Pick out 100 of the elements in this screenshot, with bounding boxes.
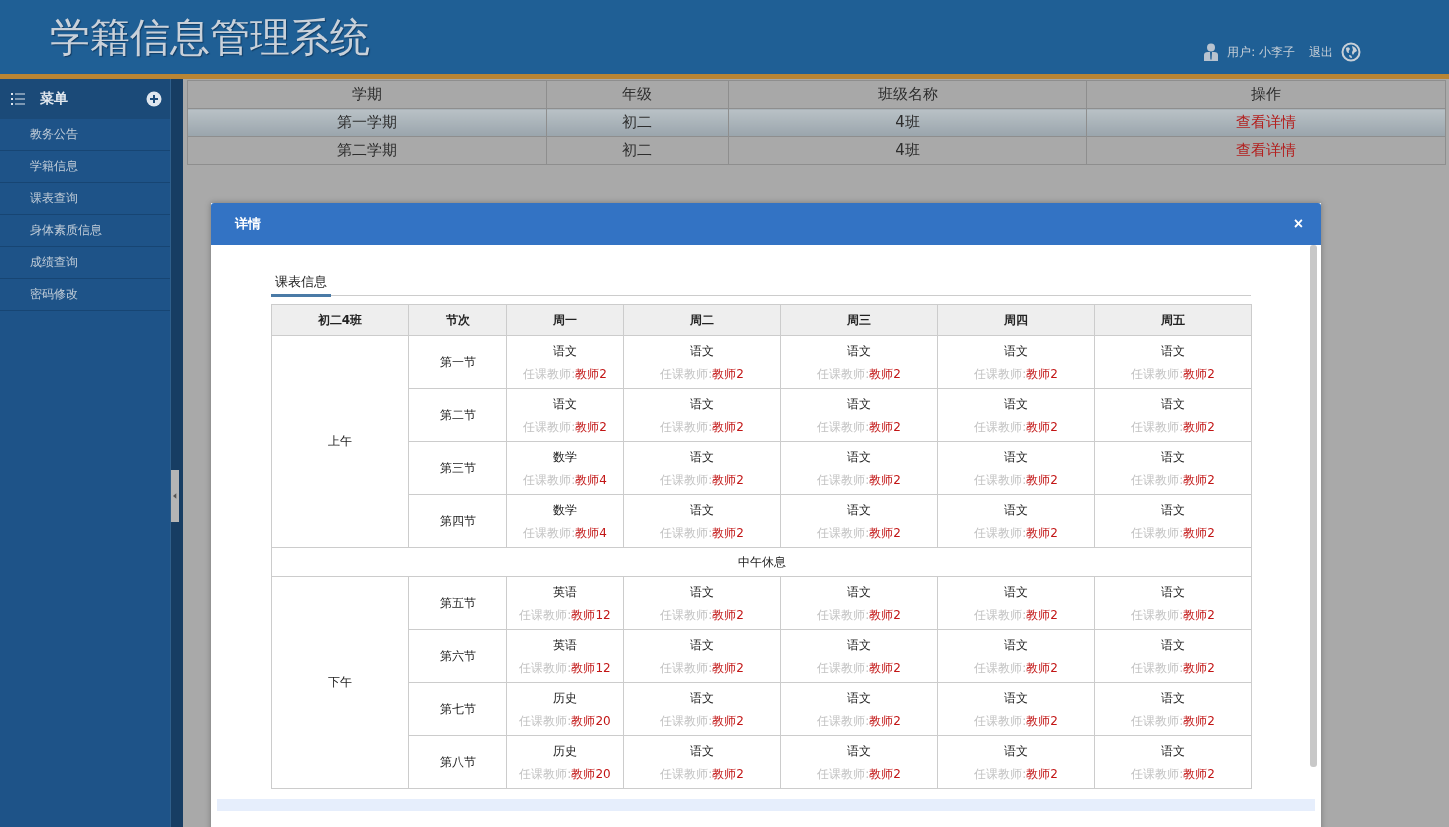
- teacher-text: 任课教师:教师2: [973, 365, 1059, 383]
- subject-text: 语文: [846, 689, 872, 707]
- subject-text: 语文: [689, 448, 715, 466]
- dialog-title: 详情: [235, 215, 261, 233]
- subject-text: 语文: [689, 342, 715, 360]
- teacher-text: 任课教师:教师2: [1130, 606, 1216, 624]
- list-icon: [11, 93, 25, 105]
- teacher-text: 任课教师:教师2: [659, 365, 745, 383]
- teacher-text: 任课教师:教师2: [973, 418, 1059, 436]
- period-label: 第五节: [439, 595, 476, 610]
- teacher-text: 任课教师:教师2: [1130, 418, 1216, 436]
- column-header: 初二4班: [271, 304, 409, 336]
- subject-text: 语文: [689, 395, 715, 413]
- teacher-text: 任课教师:教师2: [522, 365, 608, 383]
- teacher-text: 任课教师:教师2: [816, 712, 902, 730]
- teacher-text: 任课教师:教师2: [973, 765, 1059, 783]
- table-cell: 第二学期: [336, 141, 397, 159]
- teacher-text: 任课教师:教师2: [659, 765, 745, 783]
- teacher-text: 任课教师:教师2: [816, 606, 902, 624]
- teacher-text: 任课教师:教师2: [816, 365, 902, 383]
- subject-text: 语文: [552, 395, 578, 413]
- column-header: 周一: [506, 304, 624, 336]
- teacher-text: 任课教师:教师2: [1130, 765, 1216, 783]
- globe-icon[interactable]: [1341, 42, 1361, 62]
- column-header: 操作: [1086, 80, 1446, 109]
- subject-text: 语文: [1160, 583, 1186, 601]
- session-label: 上午: [328, 434, 352, 448]
- subject-text: 语文: [1003, 395, 1029, 413]
- collapse-arrow-icon: [173, 493, 177, 499]
- period-label: 第八节: [439, 754, 476, 769]
- subject-text: 语文: [846, 583, 872, 601]
- teacher-text: 任课教师:教师2: [659, 418, 745, 436]
- subject-text: 语文: [1160, 342, 1186, 360]
- subject-text: 语文: [1003, 501, 1029, 519]
- teacher-text: 任课教师:教师2: [816, 659, 902, 677]
- teacher-text: 任课教师:教师2: [1130, 524, 1216, 542]
- table-row[interactable]: 第二学期 初二 4班 查看详情: [187, 136, 1446, 165]
- subject-text: 语文: [1160, 742, 1186, 760]
- add-icon[interactable]: [146, 91, 162, 107]
- teacher-text: 任课教师:教师2: [659, 712, 745, 730]
- user-icon: [1203, 43, 1220, 61]
- subject-text: 数学: [552, 448, 578, 466]
- teacher-text: 任课教师:教师4: [522, 524, 608, 542]
- column-header: 周三: [780, 304, 938, 336]
- session-label: 下午: [328, 675, 352, 689]
- period-label: 第一节: [439, 354, 476, 369]
- period-label: 第二节: [439, 407, 476, 422]
- menu-title: 菜单: [40, 90, 69, 108]
- subject-text: 英语: [552, 636, 578, 654]
- subject-text: 语文: [1003, 583, 1029, 601]
- subject-text: 数学: [552, 501, 578, 519]
- teacher-text: 任课教师:教师2: [816, 418, 902, 436]
- section-tab[interactable]: 课表信息: [271, 272, 331, 297]
- column-header: 班级名称: [728, 80, 1087, 109]
- subject-text: 语文: [689, 742, 715, 760]
- column-header: 学期: [187, 80, 547, 109]
- break-label: 中午休息: [737, 554, 786, 569]
- subject-text: 语文: [1160, 636, 1186, 654]
- teacher-text: 任课教师:教师2: [1130, 365, 1216, 383]
- teacher-text: 任课教师:教师2: [973, 659, 1059, 677]
- subject-text: 语文: [1160, 395, 1186, 413]
- teacher-text: 任课教师:教师2: [1130, 712, 1216, 730]
- close-button[interactable]: ×: [1289, 215, 1307, 233]
- subject-text: 语文: [1003, 448, 1029, 466]
- teacher-text: 任课教师:教师2: [522, 418, 608, 436]
- scrollbar[interactable]: [1310, 245, 1317, 767]
- table-cell: 4班: [895, 113, 920, 131]
- logout-link[interactable]: 退出: [1309, 43, 1333, 61]
- teacher-text: 任课教师:教师12: [518, 659, 612, 677]
- teacher-text: 任课教师:教师12: [518, 606, 612, 624]
- table-row[interactable]: 第一学期 初二 4班 查看详情: [187, 108, 1446, 137]
- period-label: 第四节: [439, 513, 476, 528]
- app-title: 学籍信息管理系统: [50, 12, 370, 62]
- column-header: 节次: [408, 304, 507, 336]
- view-details-link[interactable]: 查看详情: [1236, 113, 1297, 131]
- teacher-text: 任课教师:教师2: [816, 765, 902, 783]
- teacher-text: 任课教师:教师2: [816, 471, 902, 489]
- subject-text: 语文: [846, 742, 872, 760]
- teacher-text: 任课教师:教师4: [522, 471, 608, 489]
- subject-text: 语文: [846, 636, 872, 654]
- subject-text: 语文: [1003, 636, 1029, 654]
- subject-text: 语文: [1160, 448, 1186, 466]
- teacher-text: 任课教师:教师2: [973, 606, 1059, 624]
- teacher-text: 任课教师:教师2: [1130, 471, 1216, 489]
- subject-text: 语文: [689, 636, 715, 654]
- teacher-text: 任课教师:教师2: [1130, 659, 1216, 677]
- subject-text: 语文: [1160, 689, 1186, 707]
- user-label: 用户: 小李子: [1227, 43, 1295, 61]
- subject-text: 语文: [689, 583, 715, 601]
- view-details-link[interactable]: 查看详情: [1236, 141, 1297, 159]
- subject-text: 历史: [552, 742, 578, 760]
- subject-text: 语文: [1003, 342, 1029, 360]
- subject-text: 语文: [846, 448, 872, 466]
- column-header: 年级: [546, 80, 729, 109]
- subject-text: 语文: [689, 689, 715, 707]
- teacher-text: 任课教师:教师2: [973, 471, 1059, 489]
- teacher-text: 任课教师:教师2: [973, 524, 1059, 542]
- column-header: 周五: [1094, 304, 1252, 336]
- collapse-handle[interactable]: [171, 470, 179, 522]
- teacher-text: 任课教师:教师2: [816, 524, 902, 542]
